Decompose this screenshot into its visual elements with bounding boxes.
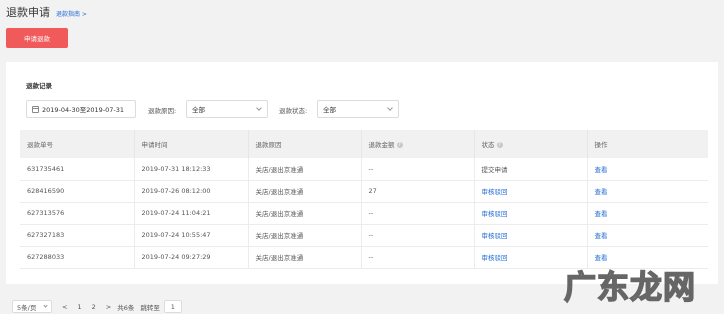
date-range-picker[interactable]: 2019-04-30至2019-07-31 [26, 100, 136, 118]
status-link[interactable]: 审核驳回 [482, 232, 508, 240]
column-header-status: 状态? [474, 130, 588, 158]
refund-reason: 关店/退出京准通 [248, 246, 362, 269]
table-row: 631735461 2019-07-31 18:12:33 关店/退出京准通 -… [20, 158, 708, 181]
table-row: 628416590 2019-07-26 08:12:00 关店/退出京准通 2… [20, 180, 708, 203]
refund-reason: 关店/退出京准通 [248, 158, 362, 181]
reason-filter-label: 退款原因: [148, 107, 177, 115]
help-icon[interactable]: ? [496, 142, 503, 148]
column-header: 申请时间 [134, 130, 249, 158]
calendar-icon [32, 105, 39, 113]
refund-id: 627327183 [20, 224, 135, 247]
view-link[interactable]: 查看 [595, 188, 608, 196]
reason-select[interactable]: 全部 [186, 100, 268, 118]
chevron-down-icon [43, 303, 48, 308]
apply-refund-button[interactable]: 申请退款 [6, 28, 68, 48]
page-button-2[interactable]: 2 [92, 303, 96, 311]
refund-id: 628416590 [20, 180, 135, 203]
page-header: 退款申请 退款指南 > [6, 4, 87, 20]
status-select-value: 全部 [323, 106, 336, 114]
column-header: 退款单号 [20, 130, 135, 158]
table-header-row: 退款单号 申请时间 退款原因 退款金额? 状态? 操作 [20, 130, 708, 158]
refund-reason: 关店/退出京准通 [248, 224, 362, 247]
section-title: 退款记录 [26, 82, 52, 90]
column-header: 退款原因 [248, 130, 362, 158]
page-title: 退款申请 [6, 6, 50, 19]
status-link[interactable]: 审核驳回 [482, 188, 508, 196]
refund-amount: -- [361, 224, 475, 247]
apply-time: 2019-07-24 10:55:47 [134, 224, 249, 247]
refund-id: 627313576 [20, 202, 135, 225]
view-link[interactable]: 查看 [595, 166, 608, 174]
column-header-amount: 退款金额? [361, 130, 475, 158]
refund-records-panel: 退款记录 2019-04-30至2019-07-31 退款原因: 全部 退款状态… [6, 62, 718, 284]
refund-status: 提交申请 [474, 158, 588, 181]
next-page-button[interactable]: > [106, 303, 111, 311]
status-filter-label: 退款状态: [279, 107, 308, 115]
page-button-1[interactable]: 1 [77, 303, 81, 311]
view-link[interactable]: 查看 [595, 210, 608, 218]
apply-time: 2019-07-26 08:12:00 [134, 180, 249, 203]
refund-reason: 关店/退出京准通 [248, 180, 362, 203]
refund-amount: 27 [361, 180, 475, 203]
chevron-down-icon [387, 105, 393, 111]
watermark-logo: 广东龙网 [563, 267, 696, 307]
page-size-value: 5条/页 [17, 303, 37, 312]
refund-amount: -- [361, 246, 475, 269]
status-link[interactable]: 审核驳回 [482, 210, 508, 218]
apply-time: 2019-07-24 09:27:29 [134, 246, 249, 269]
refund-amount: -- [361, 158, 475, 181]
jump-label: 跳转至 [140, 303, 160, 312]
page-size-select[interactable]: 5条/页 [12, 300, 52, 313]
status-link[interactable]: 审核驳回 [482, 254, 508, 262]
refund-id: 631735461 [20, 158, 135, 181]
table-row: 627313576 2019-07-24 11:04:21 关店/退出京准通 -… [20, 202, 708, 225]
view-link[interactable]: 查看 [595, 254, 608, 262]
refund-amount: -- [361, 202, 475, 225]
reason-select-value: 全部 [192, 106, 205, 114]
apply-time: 2019-07-31 18:12:33 [134, 158, 249, 181]
refund-guide-link[interactable]: 退款指南 > [56, 9, 87, 18]
table-row: 627327183 2019-07-24 10:55:47 关店/退出京准通 -… [20, 224, 708, 247]
refund-table: 退款单号 申请时间 退款原因 退款金额? 状态? 操作 631735461 20… [20, 130, 708, 269]
prev-page-button[interactable]: < [62, 303, 67, 311]
column-header: 操作 [587, 130, 708, 158]
pagination: 5条/页 < 1 2 > 共6条 跳转至 1 [12, 300, 182, 313]
refund-reason: 关店/退出京准通 [248, 202, 362, 225]
view-link[interactable]: 查看 [595, 232, 608, 240]
help-icon[interactable]: ? [396, 142, 403, 148]
apply-time: 2019-07-24 11:04:21 [134, 202, 249, 225]
date-range-value: 2019-04-30至2019-07-31 [42, 106, 125, 114]
jump-page-input[interactable]: 1 [163, 300, 182, 313]
total-count: 共6条 [117, 303, 135, 312]
status-select[interactable]: 全部 [317, 100, 399, 118]
refund-id: 627288033 [20, 246, 135, 269]
chevron-down-icon [256, 105, 262, 111]
